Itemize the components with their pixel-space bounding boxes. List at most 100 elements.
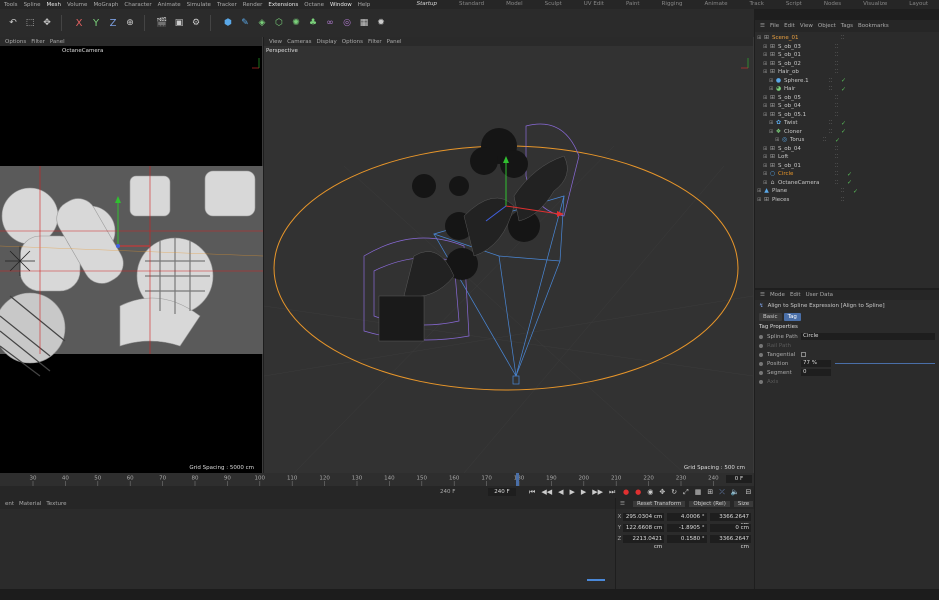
autokey-icon[interactable]: ● bbox=[635, 488, 641, 496]
left-vp-menu-filter[interactable]: Filter bbox=[31, 39, 45, 45]
visibility-dots-icon[interactable]: ⁚⁚ bbox=[829, 129, 832, 135]
pla-key-icon[interactable]: ⊞ bbox=[707, 488, 713, 496]
object-name[interactable]: S_ob_05.1 bbox=[778, 112, 824, 118]
keyframe-dot-icon[interactable] bbox=[759, 370, 763, 375]
persp-menu-view[interactable]: View bbox=[269, 39, 282, 45]
prev-key-icon[interactable]: ◀◀ bbox=[541, 488, 552, 496]
object-row-hair-ob[interactable]: ⊞ ⊞ Hair_ob ⁚⁚ bbox=[755, 68, 939, 77]
persp-menu-filter[interactable]: Filter bbox=[368, 39, 382, 45]
render-view-icon[interactable]: 🎬 bbox=[155, 16, 169, 30]
layout-nodes[interactable]: Nodes bbox=[824, 0, 841, 9]
coordinate-system-icon[interactable]: ⊕ bbox=[123, 16, 137, 30]
visibility-dots-icon[interactable]: ⁚⁚ bbox=[835, 171, 838, 177]
menu-tracker[interactable]: Tracker bbox=[217, 2, 237, 8]
visibility-dots-icon[interactable]: ⁚⁚ bbox=[841, 35, 844, 41]
menu-render[interactable]: Render bbox=[243, 2, 263, 8]
layout-standard[interactable]: Standard bbox=[459, 0, 484, 9]
layout-script[interactable]: Script bbox=[786, 0, 802, 9]
coord-position-y[interactable]: 122.6608 cm bbox=[622, 523, 665, 532]
am-menu-user-data[interactable]: User Data bbox=[806, 292, 833, 298]
object-row-scene-01[interactable]: ⊞ ⊞ Scene_01 ⁚⁚ bbox=[755, 34, 939, 43]
menu-mograph[interactable]: MoGraph bbox=[93, 2, 118, 8]
tab-basic[interactable]: Basic bbox=[759, 313, 782, 321]
material-menu-texture[interactable]: Texture bbox=[46, 501, 66, 507]
visibility-dots-icon[interactable]: ⁚⁚ bbox=[835, 103, 838, 109]
menu-volume[interactable]: Volume bbox=[67, 2, 87, 8]
enabled-check-icon[interactable]: ✓ bbox=[841, 86, 846, 93]
enabled-check-icon[interactable]: ✓ bbox=[847, 179, 852, 186]
object-name[interactable]: Sphere.1 bbox=[784, 78, 830, 84]
spline-pen-icon[interactable]: ✎ bbox=[238, 16, 252, 30]
object-row-s-ob-02[interactable]: ⊞ ⊞ S_ob_02 ⁚⁚ bbox=[755, 60, 939, 69]
gizmo-center[interactable] bbox=[116, 244, 120, 248]
subdivision-surface-icon[interactable]: ◈ bbox=[255, 16, 269, 30]
keyframe-selection-icon[interactable]: ◉ bbox=[647, 488, 653, 496]
menu-mesh[interactable]: Mesh bbox=[46, 2, 60, 8]
floor-icon[interactable]: ◎ bbox=[340, 16, 354, 30]
coord-rotation-y[interactable]: -1.8905 ° bbox=[667, 523, 707, 532]
object-name[interactable]: Hair bbox=[784, 86, 830, 92]
object-row-s-ob-04[interactable]: ⊞ ⊞ S_ob_04 ⁚⁚ bbox=[755, 145, 939, 154]
step-forward-icon[interactable]: ▶ bbox=[581, 488, 586, 496]
keyframe-dot-icon[interactable] bbox=[759, 334, 763, 339]
object-name[interactable]: S_ob_01 bbox=[778, 163, 824, 169]
record-active-icon[interactable]: ● bbox=[623, 488, 629, 496]
menu-spline[interactable]: Spline bbox=[24, 2, 41, 8]
interpolation-icon[interactable]: ⤫ bbox=[719, 488, 725, 497]
current-frame-field[interactable]: 0 F bbox=[726, 475, 752, 483]
object-name[interactable]: Twist bbox=[784, 120, 830, 126]
coord-menu-icon[interactable]: ☰ bbox=[620, 501, 625, 507]
menu-animate[interactable]: Animate bbox=[158, 2, 181, 8]
visibility-dots-icon[interactable]: ⁚⁚ bbox=[835, 61, 838, 67]
position-field[interactable]: 77 % bbox=[801, 360, 831, 367]
visibility-dots-icon[interactable]: ⁚⁚ bbox=[829, 120, 832, 126]
visibility-dots-icon[interactable]: ⁚⁚ bbox=[835, 154, 838, 160]
layout-layout[interactable]: Layout bbox=[909, 0, 928, 9]
om-menu-tags[interactable]: Tags bbox=[841, 23, 853, 29]
live-selection-icon[interactable]: ⬚ bbox=[23, 16, 37, 30]
object-row-hair[interactable]: ⊞ ◕ Hair ⁚⁚ ✓ bbox=[755, 85, 939, 94]
object-name[interactable]: Scene_01 bbox=[772, 35, 818, 41]
layout-uv-edit[interactable]: UV Edit bbox=[584, 0, 604, 9]
visibility-dots-icon[interactable]: ⁚⁚ bbox=[823, 137, 826, 143]
visibility-dots-icon[interactable]: ⁚⁚ bbox=[841, 188, 844, 194]
left-vp-menu-panel[interactable]: Panel bbox=[50, 39, 65, 45]
coord-position-z[interactable]: 2213.0421 cm bbox=[622, 534, 665, 550]
play-icon[interactable]: ▶ bbox=[569, 488, 574, 496]
object-row-s-ob-05-1[interactable]: ⊞ ⊞ S_ob_05.1 ⁚⁚ bbox=[755, 111, 939, 120]
coord-rotation-z[interactable]: 0.1580 ° bbox=[667, 534, 707, 543]
enabled-check-icon[interactable]: ✓ bbox=[841, 128, 846, 135]
timeline-ruler[interactable]: 30 40 50 60 70 80 90 100 110 120 130 140 150 160 170 18… bbox=[0, 473, 754, 486]
object-name[interactable]: S_ob_03 bbox=[778, 44, 824, 50]
object-name[interactable]: Torus bbox=[790, 137, 836, 143]
enabled-check-icon[interactable]: ✓ bbox=[853, 188, 858, 195]
layout-track[interactable]: Track bbox=[749, 0, 763, 9]
bend-deformer-icon[interactable]: ✺ bbox=[289, 16, 303, 30]
rotation-key-icon[interactable]: ↻ bbox=[671, 488, 677, 496]
object-name[interactable]: S_ob_04 bbox=[778, 103, 824, 109]
spline-path-field[interactable]: Circle bbox=[801, 333, 935, 340]
field-tangential[interactable]: Tangential bbox=[755, 350, 939, 359]
object-name[interactable]: Hair_ob bbox=[778, 69, 824, 75]
field-position[interactable]: Position 77 % bbox=[755, 359, 939, 368]
left-viewport[interactable]: Options Filter Panel OctaneCamera Grid S… bbox=[0, 37, 263, 473]
material-menu-material[interactable]: Material bbox=[19, 501, 41, 507]
material-manager-area[interactable] bbox=[0, 509, 615, 589]
layout-animate[interactable]: Animate bbox=[704, 0, 727, 9]
coord-size-z[interactable]: 3366.2647 cm bbox=[709, 534, 751, 550]
start-frame-field[interactable]: 240 F bbox=[440, 489, 455, 495]
om-menu-view[interactable]: View bbox=[800, 23, 813, 29]
object-row-s-ob-03[interactable]: ⊞ ⊞ S_ob_03 ⁚⁚ bbox=[755, 43, 939, 52]
object-row-cloner[interactable]: ⊞ ❖ Cloner ⁚⁚ ✓ bbox=[755, 128, 939, 137]
object-name[interactable]: Cloner bbox=[784, 129, 830, 135]
visibility-dots-icon[interactable]: ⁚⁚ bbox=[835, 163, 838, 169]
scale-key-icon[interactable]: ⤢ bbox=[683, 488, 689, 497]
object-name[interactable]: Loft bbox=[778, 154, 824, 160]
material-menu-ent[interactable]: ent bbox=[5, 501, 14, 507]
visibility-dots-icon[interactable]: ⁚⁚ bbox=[835, 180, 838, 186]
keyframe-dot-icon[interactable] bbox=[759, 361, 763, 366]
object-row-torus[interactable]: ⊞ ◎ Torus ⁚⁚ ✓ bbox=[755, 136, 939, 145]
object-row-loft[interactable]: ⊞ ⊞ Loft ⁚⁚ bbox=[755, 153, 939, 162]
segment-field[interactable]: 0 bbox=[801, 369, 831, 376]
coord-size-x[interactable]: 3366.2647 cm bbox=[709, 512, 751, 528]
